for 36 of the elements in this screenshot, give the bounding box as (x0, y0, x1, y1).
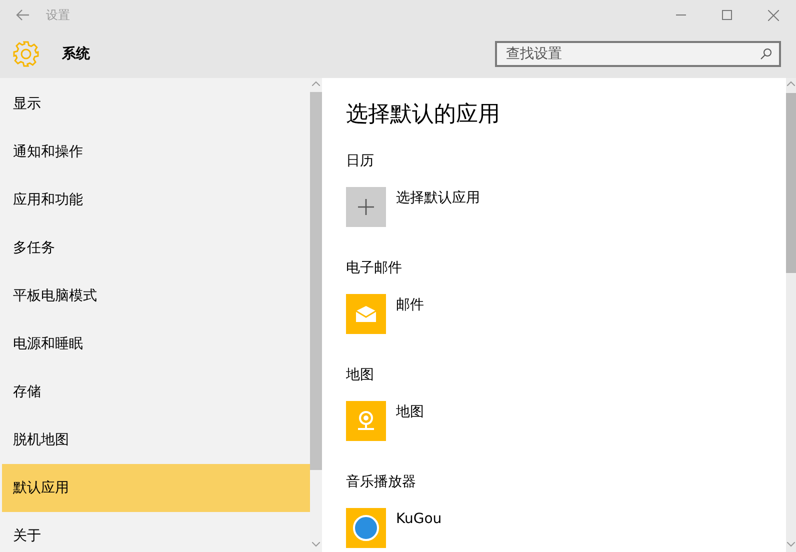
category-heading: 日历 (346, 152, 374, 171)
category-heading: 地图 (346, 366, 374, 385)
envelope-icon (355, 305, 377, 323)
back-arrow-icon (16, 9, 30, 21)
sidebar-item[interactable]: 平板电脑模式 (0, 272, 310, 320)
section-title: 系统 (62, 45, 91, 63)
scroll-up-icon[interactable] (312, 80, 320, 86)
default-app-button[interactable]: 选择默认应用 (346, 187, 480, 227)
gear-icon (13, 41, 39, 67)
window-title: 设置 (46, 6, 70, 24)
close-icon (768, 10, 778, 20)
category-heading: 音乐播放器 (346, 473, 416, 492)
scrollbar-thumb[interactable] (786, 93, 796, 273)
sidebar-item[interactable]: 默认应用 (2, 464, 310, 512)
sidebar-item[interactable]: 脱机地图 (0, 416, 310, 464)
sidebar-item[interactable]: 电源和睡眠 (0, 320, 310, 368)
map-pin-icon (355, 410, 377, 432)
maximize-icon (722, 10, 732, 20)
sidebar-item[interactable]: 应用和功能 (0, 176, 310, 224)
search-field[interactable]: 查找设置 (495, 41, 781, 67)
default-app-button[interactable]: KuGou (346, 508, 442, 548)
category-heading: 电子邮件 (346, 259, 402, 278)
plus-icon (358, 199, 374, 215)
circle-icon (353, 515, 379, 541)
sidebar-item[interactable]: 关于 (0, 512, 310, 552)
sidebar-item[interactable]: 存储 (0, 368, 310, 416)
scroll-down-icon[interactable] (312, 542, 320, 546)
scroll-up-icon[interactable] (787, 80, 795, 86)
search-icon (760, 48, 772, 60)
minimize-icon (676, 14, 686, 16)
scroll-down-icon[interactable] (787, 542, 795, 546)
sidebar-item[interactable]: 显示 (0, 80, 310, 128)
sidebar-item[interactable]: 多任务 (0, 224, 310, 272)
sidebar-item[interactable]: 通知和操作 (0, 128, 310, 176)
page-heading: 选择默认的应用 (346, 101, 500, 129)
scrollbar-thumb[interactable] (310, 92, 322, 470)
